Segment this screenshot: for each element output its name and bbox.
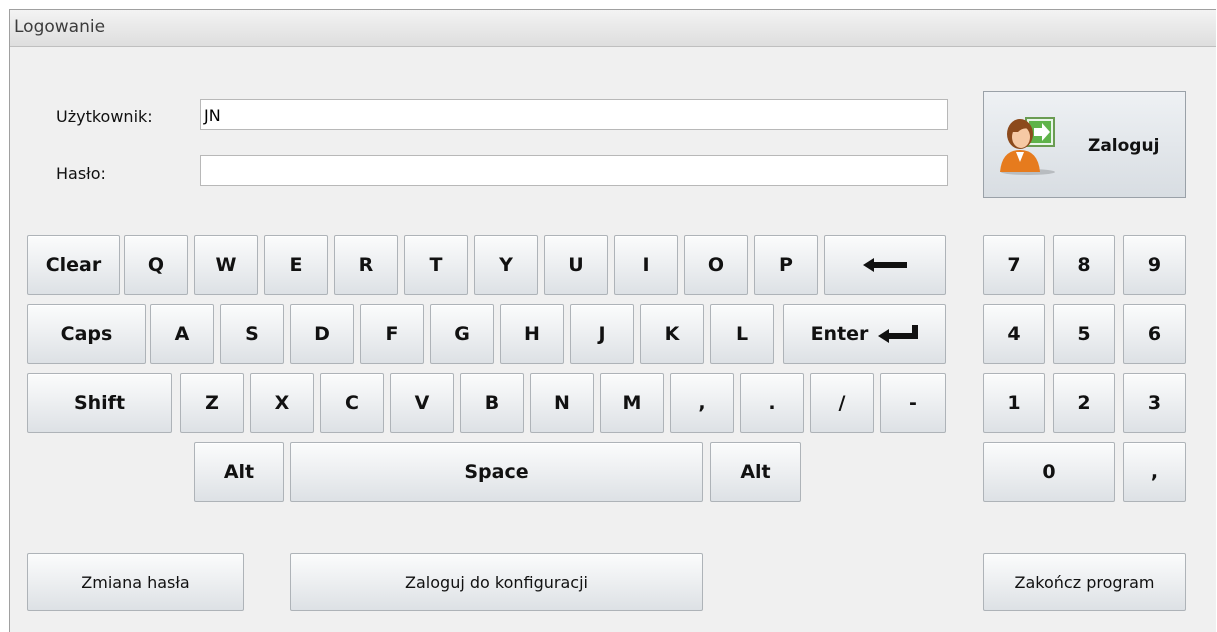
password-label: Hasło: — [56, 164, 106, 183]
exit-program-button[interactable]: Zakończ program — [983, 553, 1186, 611]
key-u[interactable]: U — [544, 235, 608, 295]
key-alt-left[interactable]: Alt — [194, 442, 284, 502]
key-q[interactable]: Q — [124, 235, 188, 295]
key-t[interactable]: T — [404, 235, 468, 295]
key-b[interactable]: B — [460, 373, 524, 433]
numpad-1[interactable]: 1 — [983, 373, 1045, 433]
backspace-arrow-icon — [863, 258, 907, 272]
key-shift[interactable]: Shift — [27, 373, 172, 433]
window-title: Logowanie — [14, 17, 106, 37]
key-minus[interactable]: - — [880, 373, 946, 433]
key-slash[interactable]: / — [810, 373, 874, 433]
password-field[interactable] — [200, 155, 948, 186]
enter-arrow-icon — [878, 325, 919, 343]
key-c[interactable]: C — [320, 373, 384, 433]
login-button[interactable]: Zaloguj — [983, 91, 1186, 198]
change-password-button[interactable]: Zmiana hasła — [27, 553, 244, 611]
key-y[interactable]: Y — [474, 235, 538, 295]
user-login-icon — [1000, 117, 1055, 175]
key-n[interactable]: N — [530, 373, 594, 433]
numpad-4[interactable]: 4 — [983, 304, 1045, 364]
key-v[interactable]: V — [390, 373, 454, 433]
key-caps[interactable]: Caps — [27, 304, 146, 364]
config-login-button[interactable]: Zaloguj do konfiguracji — [290, 553, 703, 611]
key-l[interactable]: L — [710, 304, 774, 364]
numpad-5[interactable]: 5 — [1053, 304, 1115, 364]
key-o[interactable]: O — [684, 235, 748, 295]
numpad-9[interactable]: 9 — [1123, 235, 1186, 295]
login-window: Logowanie Użytkownik: JN Hasło: Zaloguj … — [9, 9, 1216, 632]
key-g[interactable]: G — [430, 304, 494, 364]
key-backspace[interactable] — [824, 235, 946, 295]
login-button-label: Zaloguj — [1088, 136, 1160, 156]
numpad-3[interactable]: 3 — [1123, 373, 1186, 433]
key-f[interactable]: F — [360, 304, 424, 364]
key-comma[interactable]: , — [670, 373, 734, 433]
key-j[interactable]: J — [570, 304, 634, 364]
key-r[interactable]: R — [334, 235, 398, 295]
key-h[interactable]: H — [500, 304, 564, 364]
title-bar: Logowanie — [10, 10, 1216, 47]
key-z[interactable]: Z — [180, 373, 244, 433]
key-i[interactable]: I — [614, 235, 678, 295]
key-w[interactable]: W — [194, 235, 258, 295]
key-period[interactable]: . — [740, 373, 804, 433]
enter-key-label: Enter — [810, 323, 869, 345]
numpad-0[interactable]: 0 — [983, 442, 1115, 502]
numpad-comma[interactable]: , — [1123, 442, 1186, 502]
key-enter[interactable]: Enter — [783, 304, 946, 364]
numpad-6[interactable]: 6 — [1123, 304, 1186, 364]
key-p[interactable]: P — [754, 235, 818, 295]
key-s[interactable]: S — [220, 304, 284, 364]
key-clear[interactable]: Clear — [27, 235, 120, 295]
key-d[interactable]: D — [290, 304, 354, 364]
key-e[interactable]: E — [264, 235, 328, 295]
key-k[interactable]: K — [640, 304, 704, 364]
key-a[interactable]: A — [150, 304, 214, 364]
numpad-8[interactable]: 8 — [1053, 235, 1115, 295]
key-x[interactable]: X — [250, 373, 314, 433]
key-space[interactable]: Space — [290, 442, 703, 502]
key-alt-right[interactable]: Alt — [710, 442, 801, 502]
user-label: Użytkownik: — [56, 107, 153, 126]
user-field[interactable]: JN — [200, 99, 948, 130]
numpad-2[interactable]: 2 — [1053, 373, 1115, 433]
numpad-7[interactable]: 7 — [983, 235, 1045, 295]
key-m[interactable]: M — [600, 373, 664, 433]
